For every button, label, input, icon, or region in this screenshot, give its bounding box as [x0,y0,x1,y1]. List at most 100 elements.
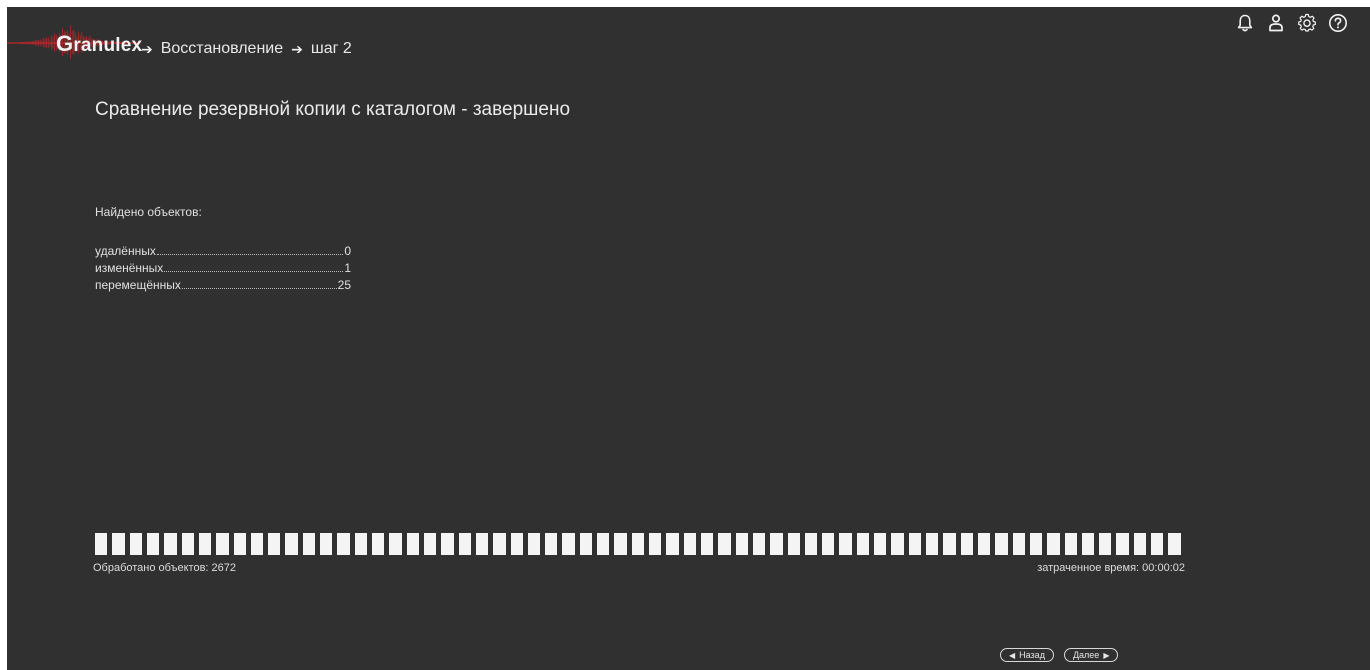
next-button-label: Далее [1072,650,1100,660]
progress-segment [700,533,714,555]
stat-label: удалённых [95,244,156,258]
progress-segment [926,533,939,555]
progress-segment [302,533,316,555]
dot-leader [164,271,344,272]
progress-segment [1099,533,1112,555]
progress-segment [1012,533,1025,555]
dot-leader [156,254,344,255]
progress-segment [856,533,870,555]
header-toolbar [1235,13,1348,33]
progress-segment [146,533,160,555]
progress-segment [95,533,108,555]
back-button[interactable]: ◀ Назад [1000,648,1054,662]
app-window: Granulex ➔ Восстановление ➔ шаг 2 Сравне… [7,7,1370,670]
progress-segment [545,533,558,555]
progress-segment [1047,533,1060,555]
processed-count: Обработано объектов: 2672 [93,562,236,574]
progress-segment [337,533,350,555]
user-icon[interactable] [1266,13,1286,33]
progress-segment [475,533,489,555]
page-title: Сравнение резервной копии с каталогом - … [95,99,571,120]
progress-segment [164,533,177,555]
progress-segment [250,533,264,555]
stat-row-moved: перемещённых 25 [95,277,351,294]
progress-segment [493,533,506,555]
progress-segment [1029,533,1043,555]
progress-segment [458,533,471,555]
progress-segment [527,533,541,555]
breadcrumb-item-restore[interactable]: Восстановление [161,40,283,58]
progress-segment [770,533,783,555]
progress-segment [389,533,402,555]
progress-segment [1064,533,1077,555]
progress-segment [181,533,194,555]
triangle-right-icon: ▶ [1103,650,1110,660]
back-button-label: Назад [1019,650,1045,660]
progress-segment [1133,533,1147,555]
breadcrumb: ➔ Восстановление ➔ шаг 2 [141,40,352,58]
progress-segment [354,533,367,555]
next-button[interactable]: Далее ▶ [1063,648,1119,662]
progress-segment [822,533,835,555]
progress-segment [908,533,921,555]
progress-segment [649,533,662,555]
progress-segment [112,533,125,555]
progress-segment [735,533,748,555]
progress-segment [977,533,991,555]
progress-segment [804,533,818,555]
arrow-right-icon: ➔ [291,40,303,57]
progress-segment [787,533,800,555]
bell-icon[interactable] [1235,13,1255,33]
progress-segment [874,533,887,555]
progress-segment [562,533,575,555]
stats-list: удалённых 0 изменённых 1 перемещённых 25 [95,243,351,294]
progress-segment [683,533,696,555]
stat-value: 1 [344,261,351,275]
progress-segment [1151,533,1164,555]
progress-segment [752,533,766,555]
help-icon[interactable] [1328,13,1348,33]
triangle-left-icon: ◀ [1009,650,1016,660]
progress-segment [1168,533,1181,555]
arrow-right-icon: ➔ [141,40,153,57]
progress-segment [666,533,679,555]
progress-segment [839,533,852,555]
progress-segment [423,533,437,555]
breadcrumb-item-step[interactable]: шаг 2 [311,40,352,58]
progress-segment [129,533,142,555]
progress-segment [233,533,246,555]
progress-segment [597,533,610,555]
progress-segment [441,533,454,555]
progress-segment [1081,533,1095,555]
elapsed-time: затраченное время: 00:00:02 [1037,562,1185,574]
progress-bar [95,533,1181,555]
gear-icon[interactable] [1297,13,1317,33]
wizard-navigation: ◀ Назад Далее ▶ [1000,648,1119,662]
progress-segment [960,533,973,555]
progress-segment [285,533,298,555]
found-objects-label: Найдено объектов: [95,205,202,219]
progress-segment [718,533,731,555]
app-name: Granulex [56,31,143,56]
progress-segment [1116,533,1129,555]
progress-segment [995,533,1008,555]
progress-segment [372,533,385,555]
progress-segment [268,533,281,555]
progress-segment [614,533,627,555]
progress-segment [891,533,904,555]
dot-leader [181,288,337,289]
progress-segment [943,533,956,555]
progress-segment [320,533,333,555]
stat-label: перемещённых [95,278,181,292]
app-logo[interactable]: Granulex [7,15,143,59]
stat-value: 0 [344,244,351,258]
stat-row-changed: изменённых 1 [95,260,351,277]
progress-segment [406,533,419,555]
progress-segment [216,533,229,555]
progress-segment [198,533,212,555]
progress-segment [510,533,523,555]
progress-segment [631,533,644,555]
stat-label: изменённых [95,261,164,275]
stat-value: 25 [337,278,351,292]
progress-segment [579,533,593,555]
